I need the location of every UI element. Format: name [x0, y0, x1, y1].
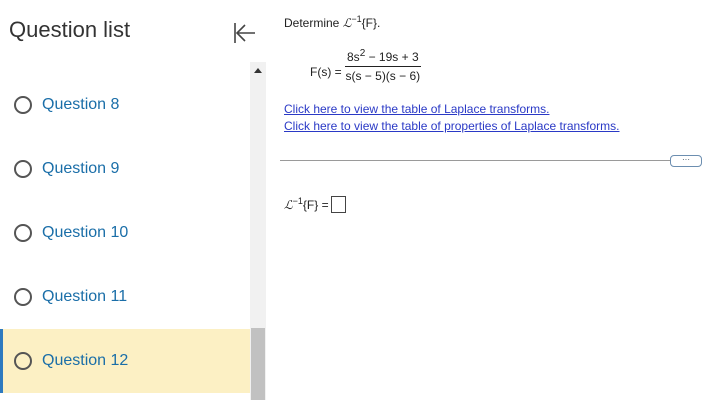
scroll-up-arrow-icon[interactable]	[254, 68, 262, 73]
function-label: F(s) =	[310, 65, 342, 79]
radio-icon	[14, 96, 32, 114]
question-item-8[interactable]: Question 8	[0, 73, 250, 137]
answer-input[interactable]	[330, 196, 346, 213]
question-label: Question 9	[42, 160, 120, 177]
question-prompt: Determine ℒ−1{F}.	[284, 14, 380, 30]
laplace-properties-link[interactable]: Click here to view the table of properti…	[284, 119, 620, 133]
fraction-numerator: 8s2 − 19s + 3	[345, 48, 421, 67]
prompt-prefix: Determine	[284, 16, 343, 30]
prompt-suffix: {F}.	[361, 16, 381, 30]
question-label: Question 8	[42, 96, 120, 113]
laplace-symbol: ℒ	[284, 198, 293, 212]
question-label: Question 11	[42, 288, 128, 305]
collapse-sidebar-button[interactable]	[232, 20, 258, 46]
inverse-exponent: −1	[351, 14, 362, 24]
radio-icon	[14, 352, 32, 370]
more-options-button[interactable]: ···	[670, 155, 702, 167]
question-item-12[interactable]: Question 12	[0, 329, 250, 393]
question-item-9[interactable]: Question 9	[0, 137, 250, 201]
question-list-header: Question list	[0, 0, 255, 62]
scrollbar-thumb[interactable]	[251, 328, 265, 400]
answer-row: ℒ−1{F} =	[284, 196, 346, 213]
laplace-table-link[interactable]: Click here to view the table of Laplace …	[284, 102, 549, 116]
fraction-denominator: s(s − 5)(s − 6)	[345, 69, 421, 83]
question-item-11[interactable]: Question 11	[0, 265, 250, 329]
question-list-title: Question list	[9, 17, 131, 42]
radio-icon	[14, 160, 32, 178]
question-content: Determine ℒ−1{F}. F(s) = 8s2 − 19s + 3 s…	[268, 0, 708, 400]
radio-icon	[14, 288, 32, 306]
collapse-left-icon	[234, 23, 255, 43]
numerator-rest: − 19s + 3	[365, 50, 419, 64]
answer-label: {F} =	[302, 198, 329, 212]
question-item-10[interactable]: Question 10	[0, 201, 250, 265]
question-label: Question 10	[42, 224, 129, 241]
question-list-sidebar: Question list Question 8 Question 9 Ques…	[0, 0, 255, 400]
question-label: Question 12	[42, 352, 129, 369]
sidebar-scrollbar[interactable]	[250, 62, 266, 400]
radio-icon	[14, 224, 32, 242]
inverse-exponent: −1	[292, 196, 303, 206]
function-fraction: 8s2 − 19s + 3 s(s − 5)(s − 6)	[345, 48, 421, 83]
section-divider	[280, 160, 680, 161]
numerator-term: 8s	[347, 50, 360, 64]
